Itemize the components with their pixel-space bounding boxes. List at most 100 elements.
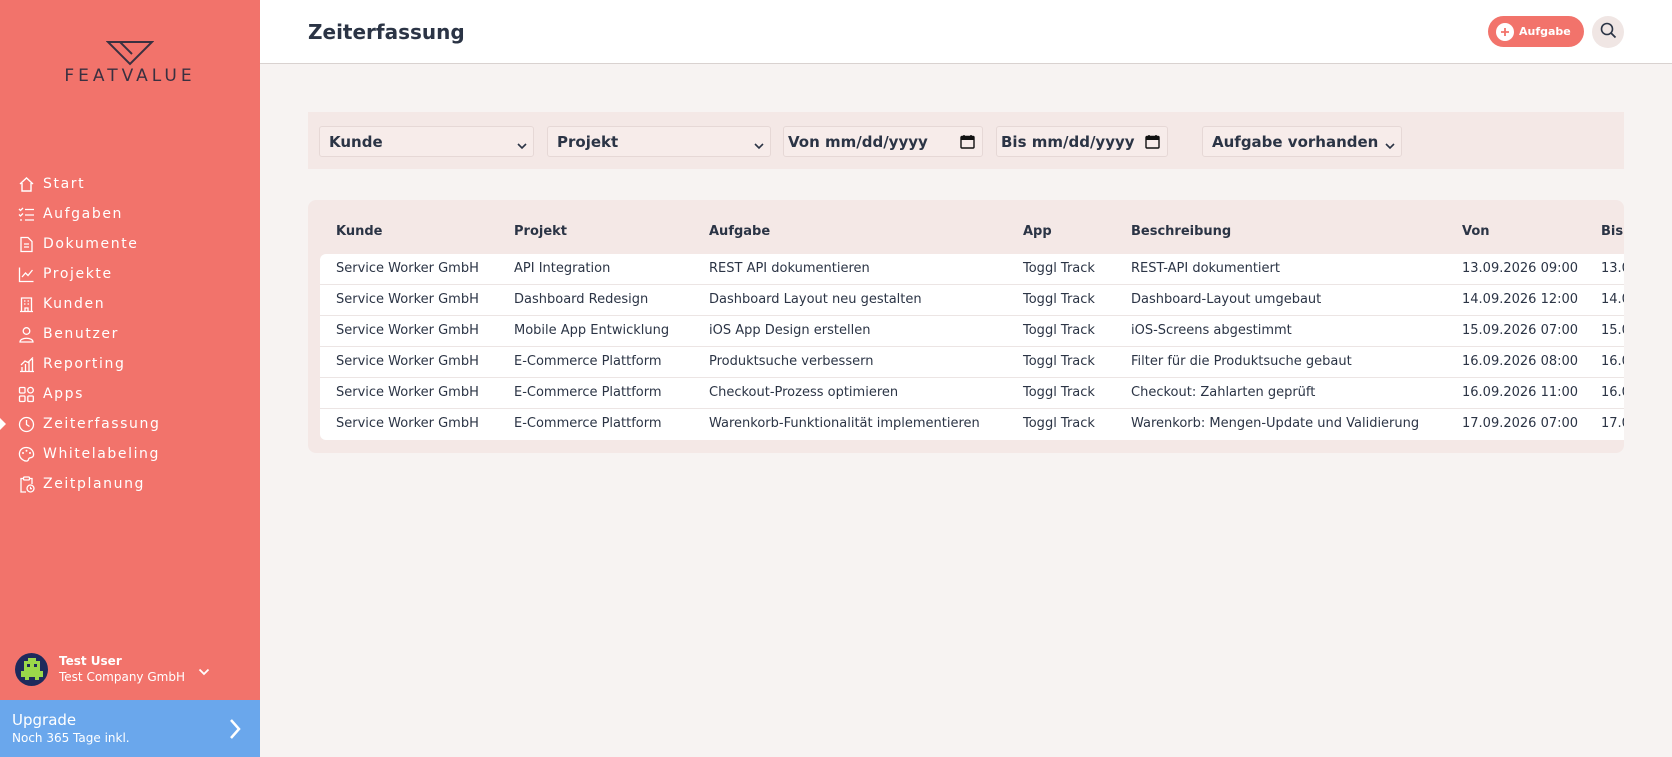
time-entries-table: Kunde Projekt Aufgabe App Beschreibung V… [308,200,1624,453]
cell-app: Toggl Track [1023,261,1095,276]
sidebar-item-zeitplanung[interactable]: Zeitplanung [0,469,260,499]
user-menu[interactable]: Test User Test Company GmbH [15,651,245,687]
cell-von: 17.09.2026 07:00 [1462,416,1579,431]
task-exists-select[interactable]: Aufgabe vorhanden [1202,126,1402,157]
table-row[interactable]: Service Worker GmbH Dashboard Redesign D… [320,285,1624,316]
page-title: Zeiterfassung [308,20,465,44]
search-button[interactable] [1592,16,1624,48]
apps-grid-icon [17,385,35,403]
sidebar-item-label: Zeitplanung [43,476,146,492]
cell-beschreibung: REST-API dokumentiert [1131,261,1280,276]
search-icon [1600,22,1617,43]
cell-von: 15.09.2026 07:00 [1462,323,1579,338]
sidebar-nav: Start Aufgaben Dokumente Projekte Kunden [0,169,260,499]
sidebar-item-benutzer[interactable]: Benutzer [0,319,260,349]
column-header-app[interactable]: App [1023,224,1052,239]
column-header-projekt[interactable]: Projekt [514,224,567,239]
cell-projekt: API Integration [514,261,611,276]
avatar [15,652,48,686]
cell-kunde: Service Worker GmbH [336,354,479,369]
cell-beschreibung: Filter für die Produktsuche gebaut [1131,354,1352,369]
cell-projekt: E-Commerce Plattform [514,385,662,400]
logo-mark-icon [106,41,154,66]
featvalue-logo[interactable]: FEATVALUE [44,40,216,88]
user-company: Test Company GmbH [59,670,185,684]
sidebar-item-label: Reporting [43,356,126,372]
user-name: Test User [59,654,122,668]
sidebar-item-start[interactable]: Start [0,169,260,199]
table-body: Service Worker GmbH API Integration REST… [320,254,1624,440]
table-row[interactable]: Service Worker GmbH E-Commerce Plattform… [320,347,1624,378]
chart-icon [17,265,35,283]
cell-beschreibung: iOS-Screens abgestimmt [1131,323,1292,338]
cell-beschreibung: Warenkorb: Mengen-Update und Validierung [1131,416,1420,431]
clipboard-clock-icon [17,475,35,493]
cell-bis: 16.0 [1601,354,1624,369]
date-from-input[interactable]: Von mm/dd/yyyy [783,126,983,157]
cell-bis: 13.0 [1601,261,1624,276]
project-select[interactable]: Projekt [547,126,771,157]
palette-icon [17,445,35,463]
calendar-icon[interactable] [960,134,975,153]
cell-aufgabe: Dashboard Layout neu gestalten [709,292,922,307]
cell-projekt: E-Commerce Plattform [514,354,662,369]
add-task-label: Aufgabe [1519,25,1571,38]
sidebar-item-whitelabeling[interactable]: Whitelabeling [0,439,260,469]
sidebar-item-aufgaben[interactable]: Aufgaben [0,199,260,229]
bar-chart-icon [17,355,35,373]
sidebar-item-label: Zeiterfassung [43,416,161,432]
chevron-down-icon[interactable] [198,661,210,680]
cell-kunde: Service Worker GmbH [336,323,479,338]
cell-kunde: Service Worker GmbH [336,292,479,307]
chevron-right-icon [228,718,242,744]
upgrade-banner[interactable]: Upgrade Noch 365 Tage inkl. [0,700,260,757]
calendar-icon[interactable] [1145,134,1160,153]
cell-von: 13.09.2026 09:00 [1462,261,1579,276]
cell-projekt: E-Commerce Plattform [514,416,662,431]
logo-text: FEATVALUE [64,66,196,86]
customer-select[interactable]: Kunde [319,126,534,157]
sidebar-item-label: Aufgaben [43,206,124,222]
upgrade-title: Upgrade [12,711,77,729]
cell-kunde: Service Worker GmbH [336,261,479,276]
table-row[interactable]: Service Worker GmbH API Integration REST… [320,254,1624,285]
cell-aufgabe: iOS App Design erstellen [709,323,871,338]
table-row[interactable]: Service Worker GmbH Mobile App Entwicklu… [320,316,1624,347]
column-header-beschreibung[interactable]: Beschreibung [1131,224,1231,239]
chevron-down-icon [517,136,527,154]
sidebar-item-apps[interactable]: Apps [0,379,260,409]
sidebar-item-projekte[interactable]: Projekte [0,259,260,289]
chevron-down-icon [754,136,764,154]
clock-icon [17,415,35,433]
cell-aufgabe: Checkout-Prozess optimieren [709,385,899,400]
sidebar-item-dokumente[interactable]: Dokumente [0,229,260,259]
plus-icon [1496,22,1514,41]
cell-app: Toggl Track [1023,416,1095,431]
add-task-button[interactable]: Aufgabe [1488,16,1584,47]
sidebar-item-label: Kunden [43,296,106,312]
cell-projekt: Dashboard Redesign [514,292,649,307]
cell-aufgabe: REST API dokumentieren [709,261,870,276]
table-row[interactable]: Service Worker GmbH E-Commerce Plattform… [320,378,1624,409]
cell-von: 16.09.2026 11:00 [1462,385,1579,400]
column-header-aufgabe[interactable]: Aufgabe [709,224,770,239]
filter-bar: Kunde Projekt Von mm/dd/yyyy Bis mm/dd/y… [308,112,1624,169]
top-header: Zeiterfassung Aufgabe [260,0,1672,64]
cell-beschreibung: Dashboard-Layout umgebaut [1131,292,1322,307]
sidebar-item-label: Whitelabeling [43,446,161,462]
column-header-bis[interactable]: Bis [1601,224,1623,239]
home-icon [17,175,35,193]
document-icon [17,235,35,253]
sidebar-item-reporting[interactable]: Reporting [0,349,260,379]
cell-beschreibung: Checkout: Zahlarten geprüft [1131,385,1316,400]
column-header-kunde[interactable]: Kunde [336,224,382,239]
sidebar-item-zeiterfassung[interactable]: Zeiterfassung [0,409,260,439]
date-to-input[interactable]: Bis mm/dd/yyyy [996,126,1168,157]
cell-app: Toggl Track [1023,385,1095,400]
table-row[interactable]: Service Worker GmbH E-Commerce Plattform… [320,409,1624,440]
date-to-value: Bis mm/dd/yyyy [1001,132,1135,151]
cell-bis: 17.0 [1601,416,1624,431]
sidebar-item-label: Benutzer [43,326,119,342]
sidebar-item-kunden[interactable]: Kunden [0,289,260,319]
column-header-von[interactable]: Von [1462,224,1490,239]
